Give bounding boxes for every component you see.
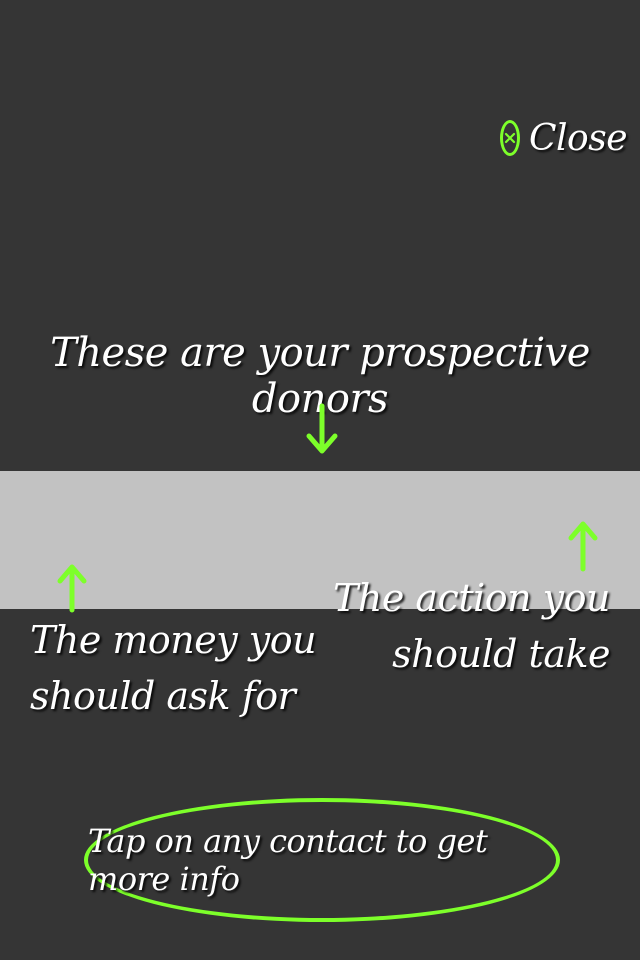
close-label: Close (529, 117, 628, 159)
arrow-up-icon (568, 521, 598, 572)
arrow-up-icon (57, 564, 87, 613)
action-annotation: The action you should take (333, 570, 611, 682)
hint-text: Tap on any contact to get more info (88, 822, 488, 898)
money-annotation-line-2: should ask for (30, 674, 296, 718)
arrow-down-icon (306, 403, 338, 454)
money-annotation-line-1: The money you (30, 618, 317, 662)
action-annotation-line-2: should take (392, 632, 610, 676)
hint-oval: Tap on any contact to get more info (84, 798, 560, 922)
money-annotation: The money you should ask for (30, 612, 317, 724)
action-annotation-line-1: The action you (333, 576, 611, 620)
close-button[interactable]: Close (500, 110, 628, 166)
close-x-icon (500, 120, 520, 156)
